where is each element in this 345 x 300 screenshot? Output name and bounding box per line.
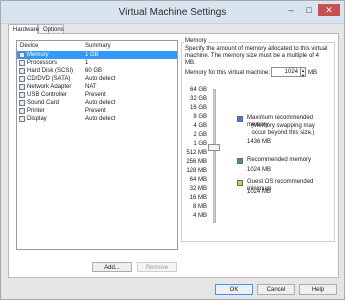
memory-marker-swatch: [237, 180, 243, 186]
memory-scale-tick: 512 MB: [186, 150, 207, 156]
device-name: Network Adapter: [27, 84, 72, 90]
memory-scale-tick: 64 GB: [189, 87, 207, 93]
memory-group-title: Memory: [184, 38, 208, 44]
device-row[interactable]: Processors 1: [17, 59, 177, 67]
device-summary: Auto detect: [85, 100, 116, 106]
device-row[interactable]: CD/DVD (SATA) Auto detect: [17, 75, 177, 83]
device-name: USB Controller: [27, 92, 68, 98]
device-summary: NAT: [85, 84, 97, 90]
device-name: Processors: [27, 60, 58, 66]
device-name: Sound Card: [27, 100, 60, 106]
add-device-button[interactable]: Add...: [92, 262, 132, 272]
device-summary: 1 GB: [85, 52, 99, 58]
memory-scale-tick: 256 MB: [186, 159, 207, 165]
memory-slider-track[interactable]: [213, 89, 216, 223]
memory-scale-tick: 4 MB: [192, 213, 207, 219]
memory-icon: [19, 52, 25, 58]
device-name: Display: [27, 116, 47, 122]
device-row[interactable]: Sound Card Auto detect: [17, 99, 177, 107]
sound-card-icon: [19, 100, 25, 106]
memory-scale-tick: 4 GB: [193, 123, 207, 129]
device-name: Printer: [27, 108, 45, 114]
memory-scale-tick: 32 MB: [189, 186, 207, 192]
memory-scale-tick: 1 GB: [193, 141, 207, 147]
memory-description: Specify the amount of memory allocated t…: [185, 46, 328, 66]
device-list[interactable]: Device Summary Memory 1 GB Processors 1 Hard…: [16, 40, 178, 250]
printer-icon: [19, 108, 25, 114]
memory-spinner[interactable]: ▲ ▼: [300, 67, 306, 78]
maximize-icon[interactable]: □: [302, 4, 316, 16]
memory-unit: MB: [308, 70, 317, 76]
settings-window: Virtual Machine Settings – □ ✕ Hardware …: [0, 0, 345, 300]
device-summary: Present: [85, 92, 106, 98]
cd-dvd-icon: [19, 76, 25, 82]
device-row[interactable]: Memory 1 GB: [17, 51, 177, 59]
close-icon[interactable]: ✕: [318, 4, 340, 16]
memory-scale-tick: 64 MB: [189, 177, 207, 183]
memory-marker-value: 1024 MB: [247, 189, 272, 195]
column-summary[interactable]: Summary: [85, 41, 111, 51]
memory-marker-label: Recommended memory: [247, 157, 312, 163]
device-name: CD/DVD (SATA): [27, 76, 71, 82]
device-name: Memory: [27, 52, 49, 58]
processor-icon: [19, 60, 25, 66]
memory-scale-tick: 2 GB: [193, 132, 207, 138]
usb-controller-icon: [19, 92, 25, 98]
device-row[interactable]: USB Controller Present: [17, 91, 177, 99]
cancel-button[interactable]: Cancel: [257, 284, 295, 295]
hardware-panel: Device Summary Memory 1 GB Processors 1 Hard…: [8, 33, 339, 278]
memory-scale-tick: 8 GB: [193, 114, 207, 120]
memory-slider-thumb[interactable]: [208, 144, 220, 151]
memory-scale-tick: 8 MB: [192, 204, 207, 210]
device-list-header: Device Summary: [17, 41, 177, 51]
remove-device-button[interactable]: Remove: [137, 262, 177, 272]
device-row[interactable]: Display Auto detect: [17, 115, 177, 123]
help-button[interactable]: Help: [299, 284, 337, 295]
memory-scale-tick: 16 MB: [189, 195, 207, 201]
memory-marker-note: (Memory swapping may occur beyond this s…: [251, 123, 315, 136]
memory-size-input[interactable]: 1024: [271, 67, 301, 77]
tab-hardware[interactable]: Hardware: [8, 24, 39, 34]
memory-marker-value: 1024 MB: [247, 167, 272, 173]
memory-scale-tick: 32 GB: [189, 96, 207, 102]
device-summary: Auto detect: [85, 116, 116, 122]
device-summary: 1: [85, 60, 89, 66]
column-device[interactable]: Device: [20, 41, 38, 51]
minimize-icon[interactable]: –: [284, 4, 298, 16]
memory-marker-swatch: [237, 116, 243, 122]
device-row[interactable]: Printer Present: [17, 107, 177, 115]
device-summary: Present: [85, 108, 106, 114]
memory-marker-swatch: [237, 158, 243, 164]
title-bar: Virtual Machine Settings – □ ✕: [1, 1, 344, 24]
hard-disk-icon: [19, 68, 25, 74]
device-summary: Auto detect: [85, 76, 116, 82]
device-row[interactable]: Hard Disk (SCSI) 60 GB: [17, 67, 177, 75]
memory-scale-tick: 128 MB: [186, 168, 207, 174]
display-icon: [19, 116, 25, 122]
memory-marker-value: 1436 MB: [247, 139, 272, 145]
device-summary: 60 GB: [85, 68, 103, 74]
memory-field-label: Memory for this virtual machine:: [185, 70, 271, 76]
device-name: Hard Disk (SCSI): [27, 68, 74, 74]
device-row[interactable]: Network Adapter NAT: [17, 83, 177, 91]
network-adapter-icon: [19, 84, 25, 90]
memory-scale-tick: 16 GB: [189, 105, 207, 111]
ok-button[interactable]: OK: [215, 284, 253, 295]
